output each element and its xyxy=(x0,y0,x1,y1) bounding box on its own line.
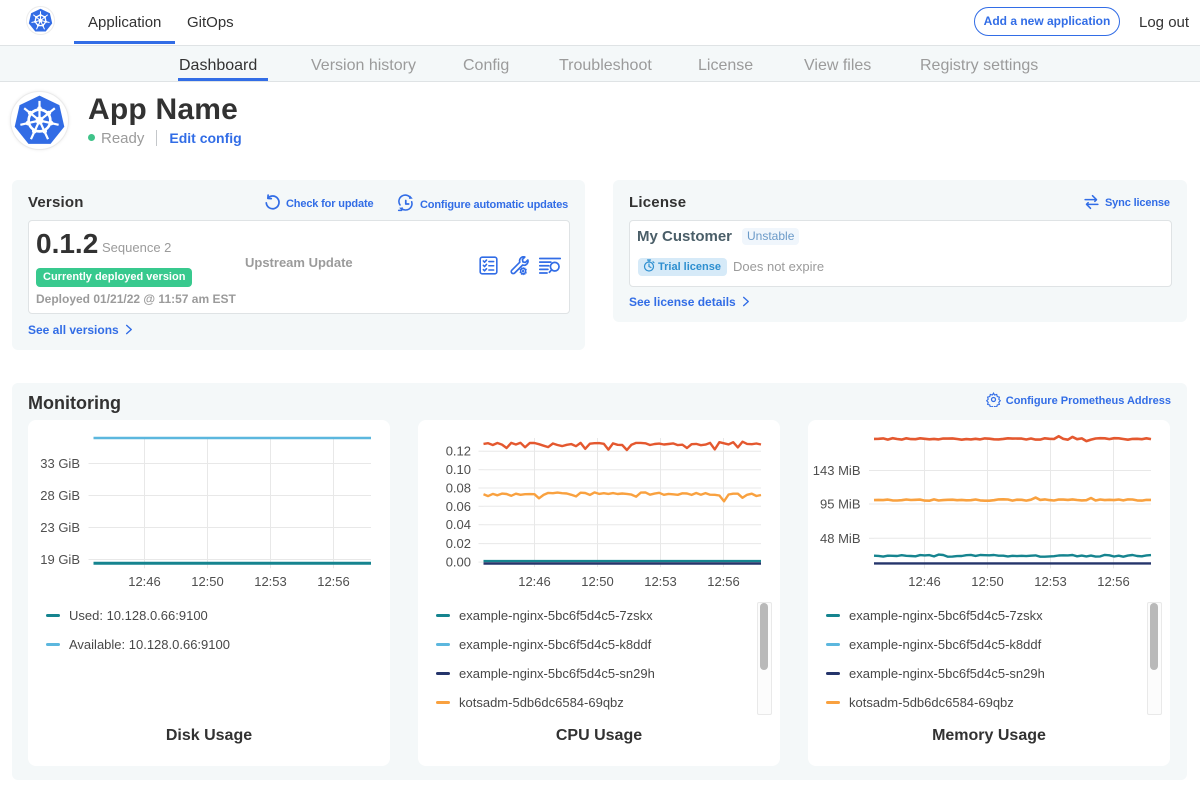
svg-text:48 MiB: 48 MiB xyxy=(820,530,860,545)
svg-text:12:53: 12:53 xyxy=(254,574,287,589)
svg-text:0.04: 0.04 xyxy=(446,517,471,532)
svg-text:12:50: 12:50 xyxy=(971,574,1004,589)
svg-text:12:50: 12:50 xyxy=(581,574,614,589)
svg-text:0.08: 0.08 xyxy=(446,480,471,495)
svg-text:0.10: 0.10 xyxy=(446,462,471,477)
svg-text:95 MiB: 95 MiB xyxy=(820,496,860,511)
svg-text:19 GiB: 19 GiB xyxy=(40,552,80,567)
svg-text:0.12: 0.12 xyxy=(446,443,471,458)
svg-text:12:56: 12:56 xyxy=(317,574,350,589)
svg-text:12:56: 12:56 xyxy=(1097,574,1130,589)
svg-text:12:46: 12:46 xyxy=(908,574,941,589)
svg-text:0.00: 0.00 xyxy=(446,554,471,569)
svg-text:0.06: 0.06 xyxy=(446,498,471,513)
svg-text:23 GiB: 23 GiB xyxy=(40,520,80,535)
svg-text:12:53: 12:53 xyxy=(1034,574,1067,589)
svg-text:12:56: 12:56 xyxy=(707,574,740,589)
svg-text:143 MiB: 143 MiB xyxy=(813,463,861,478)
svg-text:12:46: 12:46 xyxy=(128,574,161,589)
svg-text:12:50: 12:50 xyxy=(191,574,224,589)
svg-text:12:53: 12:53 xyxy=(644,574,677,589)
svg-text:28 GiB: 28 GiB xyxy=(40,488,80,503)
svg-text:0.02: 0.02 xyxy=(446,536,471,551)
svg-text:33 GiB: 33 GiB xyxy=(40,456,80,471)
svg-text:12:46: 12:46 xyxy=(518,574,551,589)
